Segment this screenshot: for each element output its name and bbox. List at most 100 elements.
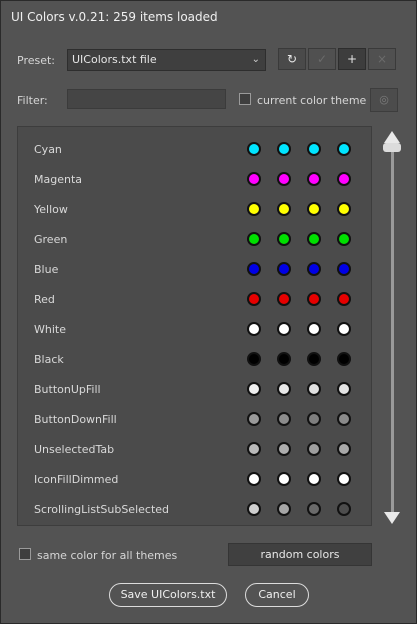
color-row[interactable]: ScrollingListSubSelected bbox=[18, 495, 371, 525]
cancel-button[interactable]: Cancel bbox=[245, 583, 309, 607]
color-swatch[interactable] bbox=[247, 472, 261, 486]
color-swatch[interactable] bbox=[247, 262, 261, 276]
preset-label: Preset: bbox=[17, 54, 56, 67]
color-swatch[interactable] bbox=[277, 232, 291, 246]
chevron-down-icon: ⌄ bbox=[251, 54, 260, 65]
ui-colors-dialog: UI Colors v.0.21: 259 items loaded Prese… bbox=[0, 0, 417, 624]
color-name: ButtonDownFill bbox=[34, 413, 117, 426]
color-swatch[interactable] bbox=[247, 382, 261, 396]
color-row[interactable]: Yellow bbox=[18, 195, 371, 225]
color-swatch[interactable] bbox=[337, 412, 351, 426]
color-name: UnselectedTab bbox=[34, 443, 115, 456]
refresh-icon: ↻ bbox=[286, 52, 298, 66]
color-swatch[interactable] bbox=[307, 472, 321, 486]
same-color-label: same color for all themes bbox=[37, 549, 178, 562]
color-swatch[interactable] bbox=[337, 502, 351, 516]
color-swatch[interactable] bbox=[277, 442, 291, 456]
color-row[interactable]: ButtonDownFill bbox=[18, 405, 371, 435]
color-swatch[interactable] bbox=[247, 322, 261, 336]
color-swatch[interactable] bbox=[247, 142, 261, 156]
color-swatch[interactable] bbox=[337, 142, 351, 156]
scroll-down-arrow-icon[interactable] bbox=[384, 512, 400, 524]
color-swatch[interactable] bbox=[277, 142, 291, 156]
color-swatch[interactable] bbox=[307, 142, 321, 156]
current-color-theme-checkbox[interactable] bbox=[239, 93, 251, 105]
color-swatch[interactable] bbox=[277, 412, 291, 426]
scroll-track[interactable] bbox=[391, 145, 394, 513]
color-swatch[interactable] bbox=[337, 262, 351, 276]
color-name: Red bbox=[34, 293, 55, 306]
settings-icon: ◎ bbox=[379, 93, 389, 106]
list-scrollbar[interactable] bbox=[382, 127, 402, 527]
color-row[interactable]: Cyan bbox=[18, 135, 371, 165]
color-row[interactable]: Blue bbox=[18, 255, 371, 285]
scroll-up-arrow-icon[interactable] bbox=[384, 131, 400, 143]
same-color-checkbox[interactable] bbox=[19, 548, 31, 560]
random-colors-button[interactable]: random colors bbox=[228, 543, 372, 566]
color-swatch[interactable] bbox=[277, 202, 291, 216]
color-swatch[interactable] bbox=[337, 442, 351, 456]
color-swatch[interactable] bbox=[307, 172, 321, 186]
color-swatch[interactable] bbox=[337, 352, 351, 366]
color-name: Cyan bbox=[34, 143, 62, 156]
check-icon: ✓ bbox=[316, 52, 328, 66]
color-swatch[interactable] bbox=[337, 292, 351, 306]
color-row[interactable]: Red bbox=[18, 285, 371, 315]
color-swatch[interactable] bbox=[307, 292, 321, 306]
color-swatch[interactable] bbox=[247, 202, 261, 216]
color-swatch[interactable] bbox=[307, 322, 321, 336]
color-row[interactable]: Green bbox=[18, 225, 371, 255]
color-swatch[interactable] bbox=[337, 322, 351, 336]
scroll-thumb[interactable] bbox=[383, 143, 401, 152]
color-swatch[interactable] bbox=[277, 262, 291, 276]
color-swatch[interactable] bbox=[337, 202, 351, 216]
color-row[interactable]: Black bbox=[18, 345, 371, 375]
color-swatch[interactable] bbox=[247, 172, 261, 186]
apply-button[interactable]: ✓ bbox=[308, 48, 336, 70]
color-list[interactable]: Cyan Magenta Yellow Green Blue Red White Black B… bbox=[17, 126, 372, 526]
color-swatch[interactable] bbox=[277, 472, 291, 486]
color-swatch[interactable] bbox=[247, 292, 261, 306]
color-swatch[interactable] bbox=[247, 442, 261, 456]
color-swatch[interactable] bbox=[277, 382, 291, 396]
color-swatch[interactable] bbox=[337, 172, 351, 186]
color-swatch[interactable] bbox=[307, 442, 321, 456]
color-swatch[interactable] bbox=[307, 412, 321, 426]
color-swatch[interactable] bbox=[247, 502, 261, 516]
color-swatch[interactable] bbox=[307, 382, 321, 396]
color-swatch[interactable] bbox=[307, 202, 321, 216]
color-swatch[interactable] bbox=[247, 352, 261, 366]
color-swatch[interactable] bbox=[307, 352, 321, 366]
color-swatch[interactable] bbox=[307, 262, 321, 276]
color-swatch[interactable] bbox=[247, 412, 261, 426]
current-color-theme-label: current color theme bbox=[257, 94, 367, 107]
color-row[interactable]: White bbox=[18, 315, 371, 345]
delete-preset-button[interactable]: × bbox=[368, 48, 396, 70]
color-swatch[interactable] bbox=[277, 502, 291, 516]
filter-settings-button[interactable]: ◎ bbox=[370, 88, 398, 112]
color-swatch[interactable] bbox=[247, 232, 261, 246]
color-swatch[interactable] bbox=[277, 322, 291, 336]
color-row[interactable]: IconFillDimmed bbox=[18, 465, 371, 495]
color-row[interactable]: Magenta bbox=[18, 165, 371, 195]
color-swatch[interactable] bbox=[307, 502, 321, 516]
refresh-button[interactable]: ↻ bbox=[278, 48, 306, 70]
color-swatch[interactable] bbox=[277, 172, 291, 186]
window-title: UI Colors v.0.21: 259 items loaded bbox=[1, 1, 416, 33]
color-swatch[interactable] bbox=[337, 472, 351, 486]
color-swatch[interactable] bbox=[277, 292, 291, 306]
save-button[interactable]: Save UIColors.txt bbox=[109, 583, 227, 607]
preset-dropdown[interactable]: UIColors.txt file ⌄ bbox=[67, 49, 266, 71]
color-row[interactable]: UnselectedTab bbox=[18, 435, 371, 465]
color-name: IconFillDimmed bbox=[34, 473, 119, 486]
color-swatch[interactable] bbox=[337, 382, 351, 396]
color-row[interactable]: ButtonUpFill bbox=[18, 375, 371, 405]
color-swatch[interactable] bbox=[307, 232, 321, 246]
plus-icon: + bbox=[346, 52, 358, 66]
add-preset-button[interactable]: + bbox=[338, 48, 366, 70]
filter-input[interactable] bbox=[67, 89, 226, 109]
color-swatch[interactable] bbox=[337, 232, 351, 246]
preset-buttons: ↻ ✓ + × bbox=[278, 48, 398, 70]
color-name: Blue bbox=[34, 263, 59, 276]
color-swatch[interactable] bbox=[277, 352, 291, 366]
